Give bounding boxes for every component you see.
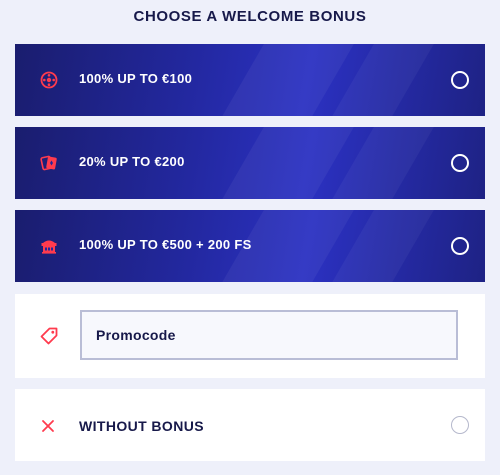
without-bonus-option[interactable]: WITHOUT BONUS [15, 389, 485, 461]
bonus-radio-2[interactable] [451, 154, 469, 172]
without-bonus-label: WITHOUT BONUS [79, 418, 204, 434]
without-bonus-radio[interactable] [451, 416, 469, 434]
page-title: CHOOSE A WELCOME BONUS [133, 8, 367, 25]
bonus-label: 20% UP TO €200 [79, 154, 185, 169]
bonus-label: 100% UP TO €500 + 200 FS [79, 237, 252, 252]
bonus-radio-3[interactable] [451, 237, 469, 255]
bonus-radio-1[interactable] [451, 71, 469, 89]
slot-machine-icon [39, 236, 59, 256]
roulette-wheel-icon [39, 70, 59, 90]
playing-cards-icon [39, 153, 59, 173]
promocode-card [15, 294, 485, 378]
bonus-option-3[interactable]: 100% UP TO €500 + 200 FS [15, 210, 485, 282]
promocode-input[interactable] [80, 310, 458, 360]
tag-icon [39, 326, 59, 346]
bonus-option-2[interactable]: 20% UP TO €200 [15, 127, 485, 199]
close-icon [41, 419, 55, 433]
bonus-label: 100% UP TO €100 [79, 71, 193, 86]
bonus-option-1[interactable]: 100% UP TO €100 [15, 44, 485, 116]
